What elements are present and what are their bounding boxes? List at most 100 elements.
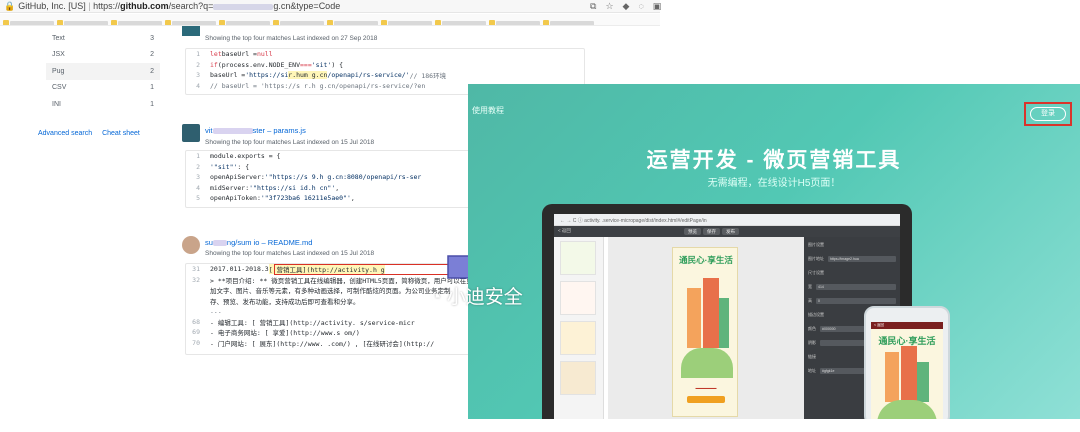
code-line: 5 openApiToken: '"3f723ba6 16211e5ae0"', [186, 193, 484, 204]
code-token: 加文字、图片、音乐等元素，有多种动画选择，可制作酷炫的页面。为公司业务定制 [210, 287, 451, 296]
ground-illustration [877, 400, 937, 419]
code-token: ) { [331, 60, 344, 69]
save-button[interactable]: 保存 [703, 228, 720, 235]
line-number: 3 [196, 71, 200, 80]
url-path: /search?q= [168, 1, 214, 11]
code-token: : { [237, 162, 250, 171]
language-filter-item-selected[interactable]: Pug 2 [46, 63, 160, 80]
code-snippet: 1 module.exports = {2 '"sit"': {3 openApi… [185, 150, 485, 208]
code-token: (process.env.NODE_ENV [217, 60, 301, 69]
editor-toolbar: < 返回 预览 保存 发布 [554, 226, 900, 237]
code-token: '"https://si id.h cn"' [249, 183, 336, 192]
bookmark-item[interactable] [327, 20, 378, 25]
redacted-text [212, 240, 227, 247]
line-number: 4 [196, 183, 200, 192]
code-line: 69 - 电子商务网站: [ 享爱](http://www.s om/) [186, 327, 484, 338]
language-filter-item[interactable]: INI 1 [46, 96, 160, 113]
line-number: 3 [196, 173, 200, 182]
code-line: 2 if (process.env.NODE_ENV === 'sit') { [186, 60, 584, 71]
code-token: if [210, 60, 218, 69]
address-bar[interactable]: 🔒 GitHub, Inc. [US] | https://github.com/… [0, 0, 660, 13]
menu-icon[interactable]: ▣ [653, 1, 671, 11]
code-token: baseUrl = [221, 50, 257, 59]
page-thumbnail[interactable] [560, 361, 596, 395]
property-row: 图片设置 [808, 242, 824, 247]
page-thumbnail[interactable] [560, 241, 596, 275]
login-button[interactable]: 登录 [1030, 107, 1066, 121]
ground-illustration [681, 348, 733, 378]
highlight-box [274, 264, 464, 275]
code-token: '"sit"' [210, 162, 238, 171]
code-token: openApiToken: [210, 194, 261, 203]
publish-button[interactable]: 发布 [722, 228, 739, 235]
code-line: 68 - 编辑工具: [ 营销工具](http://activity. s/ser… [186, 317, 484, 328]
repo-avatar [182, 124, 200, 142]
code-token: 'https://si [245, 71, 289, 80]
hero-subtitle: 无需编程，在线设计H5页面！ [707, 178, 841, 189]
property-row: 尺寸设置 [808, 270, 824, 275]
bookmark-item[interactable] [219, 20, 270, 25]
laptop-mockup: ← → C ⓘ activity. .service-micropage/dis… [542, 204, 912, 419]
url-prefix: https:// [93, 1, 121, 11]
bookmark-item[interactable] [57, 20, 108, 25]
url-host: github.com [120, 1, 169, 11]
line-number: 4 [196, 81, 200, 90]
back-icon: ← → C ⓘ [560, 218, 585, 224]
result-title-link[interactable]: vit ster – params.js [205, 126, 306, 135]
code-token: , [350, 194, 355, 203]
code-token: openApiServer: [210, 173, 265, 182]
bookmark-item[interactable] [489, 20, 540, 25]
building-illustration [885, 352, 899, 402]
line-number: 2 [196, 60, 200, 69]
page-thumbnails [554, 237, 604, 419]
bookmark-item[interactable] [435, 20, 486, 25]
building-illustration [901, 346, 917, 402]
building-illustration [703, 278, 719, 348]
editor-screen: ← → C ⓘ activity. .service-micropage/dis… [554, 214, 900, 419]
tutorial-link[interactable]: 使用教程 [472, 105, 504, 116]
editor-canvas[interactable]: 通民心·享生活 ▬▬▬▬▬▬ [608, 237, 804, 419]
back-button[interactable]: < 返回 [558, 228, 571, 233]
star-icon[interactable]: ☆ [605, 1, 622, 11]
app-screenshot: 使用教程 登录 运营开发 - 微页营销工具 无需编程，在线设计H5页面！ ← →… [468, 84, 1080, 419]
page-thumbnail[interactable] [560, 281, 596, 315]
code-line: 1 module.exports = { [186, 151, 484, 162]
poster-page[interactable]: 通民心·享生活 ▬▬▬▬▬▬ [672, 247, 738, 417]
result-meta: Showing the top four matches Last indexe… [205, 139, 375, 146]
phone-back-bar[interactable]: < 返回 [871, 322, 943, 329]
bookmark-item[interactable] [543, 20, 594, 25]
language-filter-item[interactable]: CSV 1 [46, 80, 160, 97]
code-token: module.exports = { [210, 152, 281, 161]
language-filter-item[interactable]: JSX 2 [46, 47, 160, 64]
line-number: 1 [196, 50, 200, 59]
bookmark-item[interactable] [273, 20, 324, 25]
poster-cta-button[interactable] [687, 396, 725, 403]
code-token: null [256, 50, 273, 59]
code-token: /openapi/rs-service/' [327, 71, 410, 80]
bookmark-item[interactable] [381, 20, 432, 25]
code-token: 'sit' [311, 60, 332, 69]
property-input[interactable]: 0 [816, 298, 896, 304]
bookmark-item[interactable] [3, 20, 54, 25]
preview-button[interactable]: 预览 [684, 228, 701, 235]
code-token: 2017.011-2018.3 [210, 265, 269, 274]
code-token: - 门户网站: [ 展东](http://www. .com/) , [在线研讨… [210, 339, 435, 348]
wechat-icon: ◔ [430, 287, 447, 308]
code-line: 2 '"sit"': { [186, 162, 484, 173]
property-row: 宽 414 [808, 283, 896, 291]
property-input[interactable]: 414 [816, 284, 896, 290]
line-number: 70 [192, 338, 200, 347]
result-title-link[interactable]: su ng/sum io – README.md [205, 238, 312, 247]
reload-icon[interactable]: ◌ [638, 1, 652, 11]
extension-icon[interactable]: ◆ [623, 1, 639, 11]
translate-icon[interactable]: ⧉ [590, 1, 605, 11]
bookmark-item[interactable] [111, 20, 162, 25]
site-identity: GitHub, Inc. [US] [18, 1, 86, 11]
bookmarks-bar [0, 14, 660, 26]
code-line: 3 openApiServer: '"https://s 9.h g.cn:80… [186, 172, 484, 183]
property-input[interactable]: https://image2.hua [828, 256, 896, 262]
advanced-search-link[interactable]: Advanced search [38, 130, 92, 137]
language-filter-item[interactable]: Text 3 [46, 30, 160, 47]
cheat-sheet-link[interactable]: Cheat sheet [102, 130, 140, 137]
page-thumbnail[interactable] [560, 321, 596, 355]
